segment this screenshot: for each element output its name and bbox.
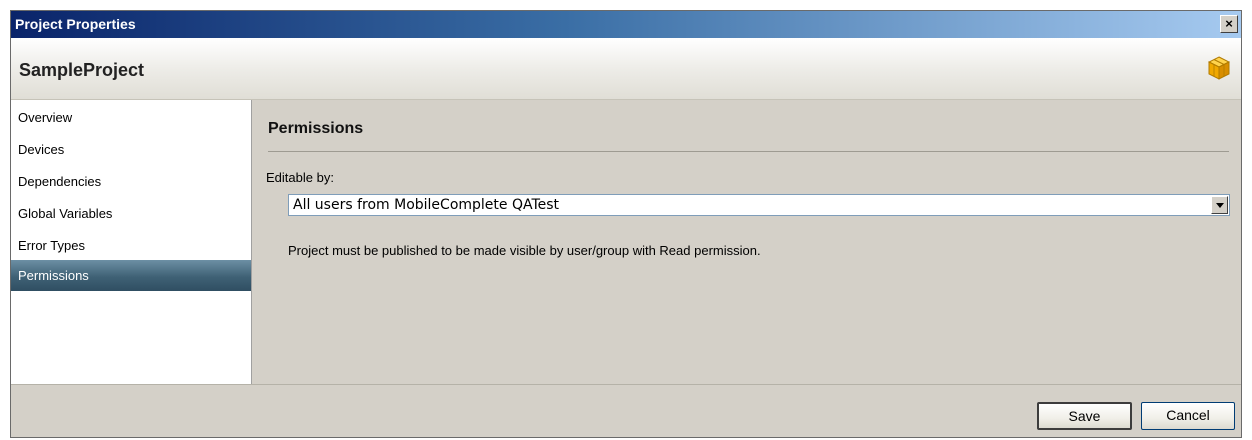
editable-by-value: All users from MobileComplete QATest (293, 197, 560, 213)
sidebar-item-devices[interactable]: Devices (11, 132, 251, 164)
project-properties-dialog: Project Properties × SampleProject Overv… (10, 10, 1242, 438)
dropdown-arrow-icon[interactable] (1211, 196, 1228, 214)
sidebar-item-overview[interactable]: Overview (11, 100, 251, 132)
cancel-button[interactable]: Cancel (1141, 402, 1235, 430)
package-box-icon (1208, 56, 1230, 80)
project-name: SampleProject (19, 60, 145, 80)
sidebar-item-global-variables[interactable]: Global Variables (11, 196, 251, 228)
section-title: Permissions (268, 120, 364, 137)
project-header: SampleProject (11, 38, 1241, 100)
title-bar[interactable]: Project Properties × (11, 11, 1241, 38)
publish-note: Project must be published to be made vis… (288, 243, 761, 258)
editable-by-select[interactable]: All users from MobileComplete QATest (288, 194, 1230, 216)
save-button[interactable]: Save (1037, 402, 1132, 430)
sidebar-item-permissions[interactable]: Permissions (11, 260, 251, 291)
permissions-panel: Permissions Editable by: All users from … (252, 100, 1241, 384)
window-title: Project Properties (15, 16, 136, 32)
close-button[interactable]: × (1220, 15, 1238, 33)
dialog-footer: Save Cancel (11, 384, 1241, 437)
section-divider (268, 151, 1229, 152)
sidebar-item-dependencies[interactable]: Dependencies (11, 164, 251, 196)
settings-sidebar: Overview Devices Dependencies Global Var… (11, 100, 252, 384)
editable-by-label: Editable by: (266, 170, 334, 185)
sidebar-item-error-types[interactable]: Error Types (11, 228, 251, 260)
